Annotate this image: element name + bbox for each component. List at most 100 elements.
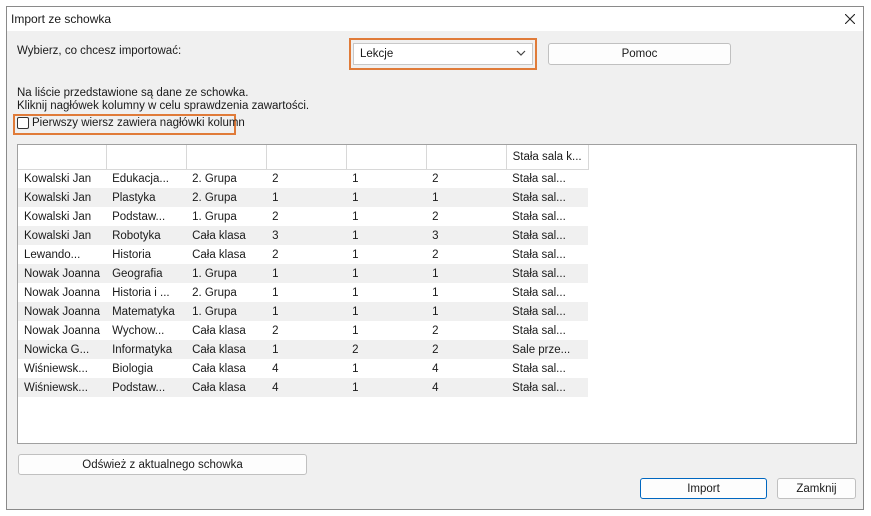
table-cell: 2 [272,324,279,337]
table-cell: 1 [352,286,359,299]
table-cell: 2 [272,172,279,185]
table-cell: Stała sal... [506,378,589,397]
table-cell: Informatyka [106,340,187,359]
table-cell: Cała klasa [186,226,267,245]
table-cell: Wiśniewsk... [18,378,107,397]
table-row[interactable]: Nowak Joanna Historia i ... 2. Grupa 1 1 1 Sta… [18,283,588,302]
table-cell: 1 [352,248,359,261]
table-cell: Plastyka [106,188,187,207]
import-dialog: Import ze schowka Wybierz, co chcesz imp… [6,6,864,510]
table-row[interactable]: Nowak Joanna Wychow... Cała klasa 2 1 2 Stała … [18,321,588,340]
header-row-checkbox-row[interactable]: Pierwszy wiersz zawiera nagłówki kolumn [17,117,245,129]
data-table: Stała sala k... Kowalski Jan Edukacja... 2… [18,145,589,397]
table-cell: Historia [112,248,152,261]
table-row[interactable]: Wiśniewsk... Podstaw... Cała klasa 4 1 4 Stała… [18,378,589,397]
table-header-row: Stała sala k... [18,145,589,170]
column-header[interactable] [106,145,187,170]
table-cell: 1 [426,302,507,321]
table-cell: Kowalski Jan [18,188,107,207]
table-cell: Biologia [112,362,153,375]
column-header[interactable] [186,145,267,170]
table-cell: 2 [432,210,439,223]
table-cell: 1 [266,340,347,359]
header-row-checkbox[interactable] [17,117,29,129]
table-cell: 1 [352,324,359,337]
table-cell: 1 [266,188,347,207]
table-row[interactable]: Wiśniewsk... Biologia Cała klasa 4 1 4 Stała s… [18,359,588,378]
table-cell: 1 [432,286,439,299]
table-cell: 1 [346,302,427,321]
table-row[interactable]: Nowak Joanna Matematyka 1. Grupa 1 1 1 Stała s… [18,302,589,321]
table-cell: Stała sal... [512,172,566,185]
table-row[interactable]: Kowalski Jan Robotyka Cała klasa 3 1 3 Stała s… [18,226,589,245]
table-cell: 1 [426,264,507,283]
table-cell: 2 [346,340,427,359]
help-button[interactable]: Pomoc [548,43,731,65]
table-cell: Nowak Joanna [24,286,101,299]
table-cell: Stała sal... [506,302,589,321]
table-cell: Cała klasa [192,324,246,337]
table-cell: 2. Grupa [192,286,237,299]
table-cell: Sale prze... [506,340,589,359]
table-cell: Edukacja... [112,172,169,185]
table-row[interactable]: Kowalski Jan Edukacja... 2. Grupa 2 1 2 Stała … [18,169,588,188]
table-cell: 4 [272,362,279,375]
table-cell: 1 [346,188,427,207]
table-row[interactable]: Lewando... Historia Cała klasa 2 1 2 Stała sal… [18,245,588,264]
table-cell: Cała klasa [186,378,267,397]
table-cell: Stała sal... [512,210,566,223]
table-cell: 1 [266,264,347,283]
table-cell: 4 [426,378,507,397]
column-header[interactable] [266,145,347,170]
table-cell: Podstaw... [112,210,166,223]
table-cell: Wychow... [112,324,165,337]
table-cell: Stała sal... [512,324,566,337]
table-cell: Stała sal... [506,226,589,245]
table-cell: 1. Grupa [186,302,267,321]
table-cell: 1 [272,286,279,299]
column-header[interactable]: Stała sala k... [506,145,589,170]
table-cell: Historia i ... [112,286,170,299]
table-cell: 2. Grupa [186,188,267,207]
table-cell: Wiśniewsk... [24,362,88,375]
table-cell: Podstaw... [106,378,187,397]
table-cell: Stała sal... [506,188,589,207]
table-cell: Kowalski Jan [24,172,92,185]
window-title: Import ze schowka [11,12,112,26]
table-cell: 3 [426,226,507,245]
table-row[interactable]: Nowak Joanna Geografia 1. Grupa 1 1 1 Stała sa… [18,264,589,283]
column-header[interactable] [346,145,427,170]
column-header[interactable] [18,145,107,170]
close-window-button[interactable] [839,9,861,29]
table-cell: 2 [426,340,507,359]
table-cell: 1 [346,378,427,397]
table-cell: 1 [426,188,507,207]
refresh-from-clipboard-button[interactable]: Odśwież z aktualnego schowka [18,454,307,475]
table-row[interactable]: Nowicka G... Informatyka Cała klasa 1 2 2 Sale… [18,340,589,359]
table-row[interactable]: Kowalski Jan Plastyka 2. Grupa 1 1 1 Stała sal… [18,188,589,207]
table-cell: Stała sal... [512,248,566,261]
table-cell: Nowak Joanna [24,324,101,337]
table-cell: 2 [432,248,439,261]
close-icon [845,14,855,24]
import-type-select[interactable]: Lekcje [353,43,533,65]
table-cell: Geografia [106,264,187,283]
table-row[interactable]: Kowalski Jan Podstaw... 1. Grupa 2 1 2 Stała s… [18,207,588,226]
choose-label: Wybierz, co chcesz importować: [17,45,182,57]
table-cell: Kowalski Jan [24,210,92,223]
table-cell: Kowalski Jan [18,226,107,245]
table-cell: Cała klasa [192,362,246,375]
table-cell: 2 [272,248,279,261]
import-button[interactable]: Import [640,478,767,499]
table-cell: 3 [266,226,347,245]
chevron-down-icon [516,48,526,61]
table-cell: 1 [352,362,359,375]
clipboard-data-grid[interactable]: Stała sala k... Kowalski Jan Edukacja... 2… [17,144,857,444]
close-button[interactable]: Zamknij [777,478,856,499]
header-row-checkbox-label: Pierwszy wiersz zawiera nagłówki kolumn [32,117,245,129]
table-cell: 2. Grupa [192,172,237,185]
table-cell: 1. Grupa [186,264,267,283]
table-cell: 2 [272,210,279,223]
column-header[interactable] [426,145,507,170]
table-cell: 1 [346,226,427,245]
